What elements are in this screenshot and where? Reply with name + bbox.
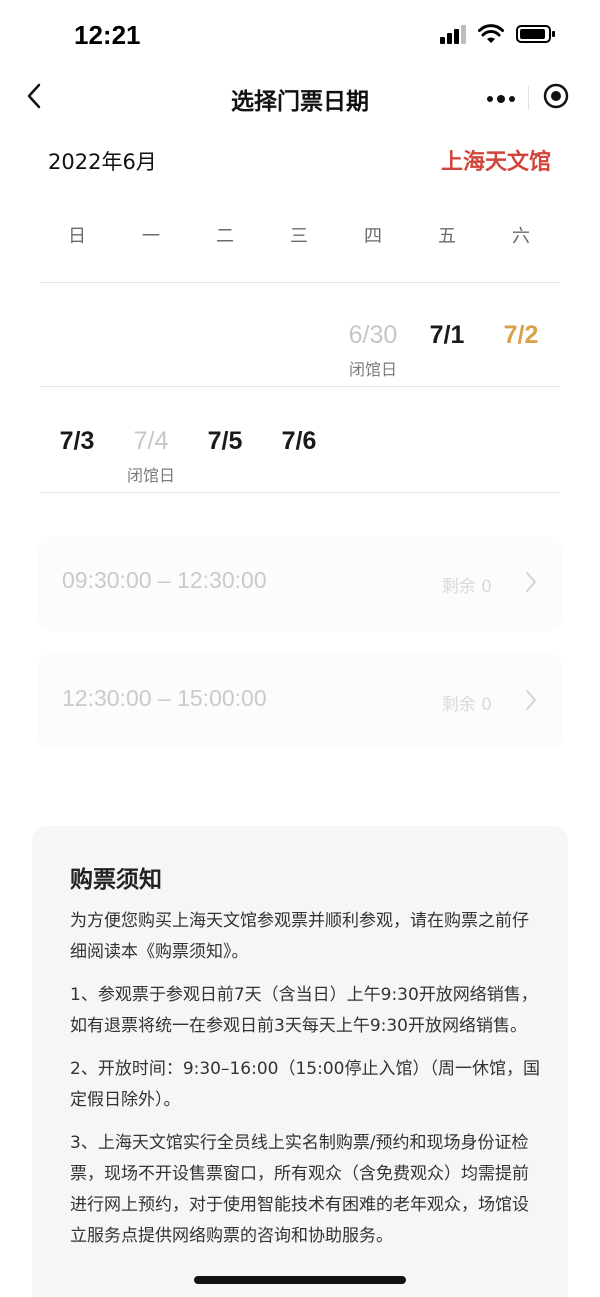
home-indicator[interactable] — [194, 1276, 406, 1284]
closed-day-label: 闭馆日 — [348, 360, 397, 379]
calendar-divider — [40, 282, 560, 283]
time-slot-morning[interactable]: 09:30:00 – 12:30:00 剩余 0 — [38, 536, 562, 632]
notice-paragraph: 1、参观票于参观日前7天（含当日）上午9:30开放网络销售，如有退票将统一在参观… — [70, 985, 538, 1036]
status-bar: 12:21 — [0, 0, 600, 72]
calendar-day-6-30: 6/30 闭馆日 — [336, 320, 410, 380]
notice-body: 为方便您购买上海天文馆参观票并顺利参观，请在购票之前仔细阅读本《购票须知》。 1… — [70, 906, 540, 1264]
slot-time: 09:30:00 – 12:30:00 — [62, 567, 267, 593]
day-number: 7/3 — [59, 427, 95, 455]
day-number: 7/1 — [429, 321, 465, 349]
weekday-wed: 三 — [290, 226, 308, 247]
calendar-day-7-3[interactable]: 7/3 — [40, 426, 114, 456]
weekday-mon: 一 — [142, 226, 160, 247]
calendar-day-7-5[interactable]: 7/5 — [188, 426, 262, 456]
time-slot-afternoon[interactable]: 12:30:00 – 15:00:00 剩余 0 — [38, 654, 562, 750]
slot-remaining: 剩余 0 — [441, 695, 492, 715]
more-button[interactable] — [474, 76, 528, 120]
chevron-right-icon — [524, 570, 538, 598]
day-number: 7/5 — [207, 427, 243, 455]
calendar-day-7-2[interactable]: 7/2 — [484, 320, 558, 350]
notice-paragraph: 3、上海天文馆实行全员线上实名制购票/预约和现场身份证检票，现场不开设售票窗口，… — [70, 1133, 529, 1246]
target-close-icon — [543, 83, 569, 113]
month-label: 2022年6月 — [48, 150, 157, 174]
weekday-sat: 六 — [512, 226, 530, 247]
calendar-divider — [40, 492, 560, 493]
status-time: 12:21 — [74, 20, 141, 50]
more-dots-icon — [486, 89, 516, 108]
wifi-icon — [478, 24, 504, 48]
calendar-divider — [40, 386, 560, 387]
status-icons — [440, 24, 556, 48]
day-number: 7/6 — [281, 427, 317, 455]
notice-paragraph: 2、开放时间：9:30–16:00（15:00停止入馆）（周一休馆，国定假日除外… — [70, 1059, 540, 1110]
weekday-sun: 日 — [68, 226, 86, 247]
calendar-day-7-4: 7/4 闭馆日 — [114, 426, 188, 486]
weekday-tue: 二 — [216, 226, 234, 247]
notice-paragraph: 为方便您购买上海天文馆参观票并顺利参观，请在购票之前仔细阅读本《购票须知》。 — [70, 911, 529, 962]
weekday-fri: 五 — [438, 226, 456, 247]
calendar-day-7-1[interactable]: 7/1 — [410, 320, 484, 350]
mini-program-capsule — [474, 76, 584, 120]
closed-day-label: 闭馆日 — [126, 466, 175, 485]
notice-title: 购票须知 — [70, 867, 162, 893]
slot-remaining: 剩余 0 — [441, 577, 492, 597]
ticket-notice-card: 购票须知 为方便您购买上海天文馆参观票并顺利参观，请在购票之前仔细阅读本《购票须… — [32, 826, 568, 1297]
day-number: 7/2 — [503, 321, 539, 349]
nav-bar: 选择门票日期 — [0, 72, 600, 124]
chevron-right-icon — [524, 688, 538, 716]
close-button[interactable] — [529, 76, 583, 120]
slot-time: 12:30:00 – 15:00:00 — [62, 685, 267, 711]
weekday-thu: 四 — [364, 226, 382, 247]
signal-icon — [440, 24, 466, 48]
day-number: 6/30 — [348, 321, 398, 349]
day-number: 7/4 — [133, 427, 169, 455]
battery-icon — [516, 24, 556, 48]
calendar-day-7-6[interactable]: 7/6 — [262, 426, 336, 456]
weekday-header: 日 一 二 三 四 五 六 — [40, 222, 560, 252]
venue-name[interactable]: 上海天文馆 — [441, 144, 551, 176]
